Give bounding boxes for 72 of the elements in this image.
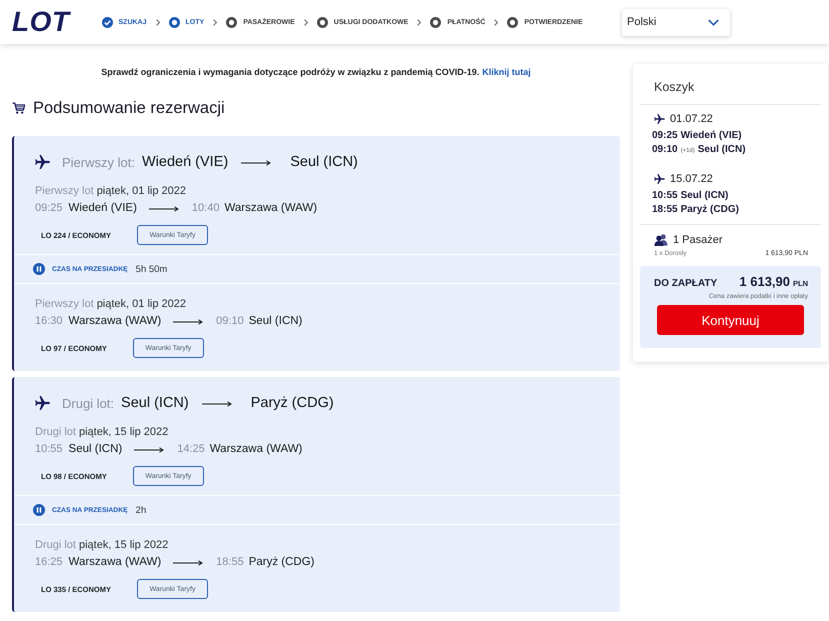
departure-city: Warszawa (WAW) — [68, 315, 162, 327]
logo[interactable]: LOT — [12, 10, 70, 34]
stop-time: 09:25 — [652, 129, 678, 143]
chevron-icon — [417, 18, 422, 26]
arrival-city: Warszawa (WAW) — [210, 443, 302, 455]
arrival-city: Warszawa (WAW) — [224, 202, 318, 214]
origin-city: Seul (ICN) — [121, 395, 189, 411]
layover-duration: 5h 50m — [136, 264, 168, 274]
airplane-icon — [654, 174, 665, 184]
notice-link[interactable]: Kliknij tutaj — [482, 67, 531, 77]
arrival-time: 09:10 — [216, 315, 244, 327]
departure-time: 10:55 — [35, 443, 63, 455]
arrow-icon — [173, 318, 204, 326]
departure-city: Seul (ICN) — [68, 443, 122, 455]
page-title: Podsumowanie rezerwacji — [33, 98, 225, 118]
stop-place: Seul (ICN) — [680, 189, 728, 203]
stop-place: Seul (ICN) — [698, 143, 746, 157]
arrival-time: 10:40 — [192, 202, 220, 214]
arrival-city: Seul (ICN) — [248, 315, 302, 327]
destination-city: Seul (ICN) — [290, 154, 358, 170]
arrow-icon — [241, 159, 272, 167]
departure-city: Warszawa (WAW) — [68, 556, 162, 568]
segment-label: Pierwszy lot — [35, 298, 94, 310]
covid-notice: Sprawdź ograniczenia i wymagania dotyczące podróży w związku z pandemią COVID-19. Kliknij tutaj — [100, 66, 532, 79]
destination-city: Paryż (CDG) — [250, 395, 334, 411]
cart-title: Koszyk — [654, 80, 694, 94]
departure-time: 09:25 — [35, 202, 63, 214]
language-select[interactable]: Polski — [622, 8, 730, 36]
airplane-icon — [35, 155, 50, 169]
continue-button[interactable]: Kontynuuj — [657, 305, 804, 335]
stop-place: Wiedeń (VIE) — [680, 129, 742, 143]
airplane-icon — [654, 114, 665, 124]
chevron-icon — [213, 18, 218, 26]
segment-date: piątek, 01 lip 2022 — [96, 298, 186, 310]
cart-icon — [12, 102, 25, 114]
stop-time: 10:55 — [652, 189, 678, 203]
segment-date: piątek, 15 lip 2022 — [78, 539, 168, 551]
origin-city: Wiedeń (VIE) — [142, 154, 228, 170]
flight-date: 15.07.22 — [670, 173, 713, 185]
flight-label: Pierwszy lot: — [62, 154, 135, 170]
segment-label: Drugi lot — [35, 426, 76, 438]
flight-label: Drugi lot: — [62, 396, 114, 410]
passengers-icon — [654, 234, 668, 246]
departure-time: 16:30 — [35, 315, 63, 327]
flight-date: 01.07.22 — [670, 113, 713, 125]
arrow-icon — [134, 446, 164, 454]
total-amount: 1 613,90 — [739, 274, 790, 289]
segment-label: Pierwszy lot — [35, 185, 94, 197]
arrow-icon — [202, 400, 232, 408]
stop-time: 09:10 — [652, 143, 678, 157]
chevron-icon — [156, 18, 160, 26]
arrow-icon — [173, 559, 204, 567]
arrow-icon — [148, 205, 179, 213]
segment-label: Drugi lot — [35, 539, 76, 551]
arrival-time: 14:25 — [177, 443, 205, 455]
stop-time: 18:55 — [652, 203, 678, 217]
segment-date: piątek, 15 lip 2022 — [78, 426, 168, 438]
pause-icon — [33, 263, 45, 275]
airplane-icon — [35, 396, 50, 410]
layover-duration: 2h — [136, 504, 146, 516]
chevron-down-icon — [708, 18, 719, 26]
pause-icon — [33, 504, 45, 516]
total-label: DO ZAPŁATY — [654, 277, 718, 291]
stop-place: Paryż (CDG) — [680, 203, 739, 217]
chevron-icon — [494, 18, 498, 26]
passenger-count: 1 Pasażer — [673, 234, 723, 246]
departure-city: Wiedeń (VIE) — [68, 202, 137, 214]
departure-time: 16:25 — [35, 556, 63, 568]
arrival-city: Paryż (CDG) — [248, 556, 315, 568]
segment-date: piątek, 01 lip 2022 — [96, 185, 186, 197]
arrival-time: 18:55 — [216, 556, 244, 568]
chevron-icon — [304, 18, 308, 26]
